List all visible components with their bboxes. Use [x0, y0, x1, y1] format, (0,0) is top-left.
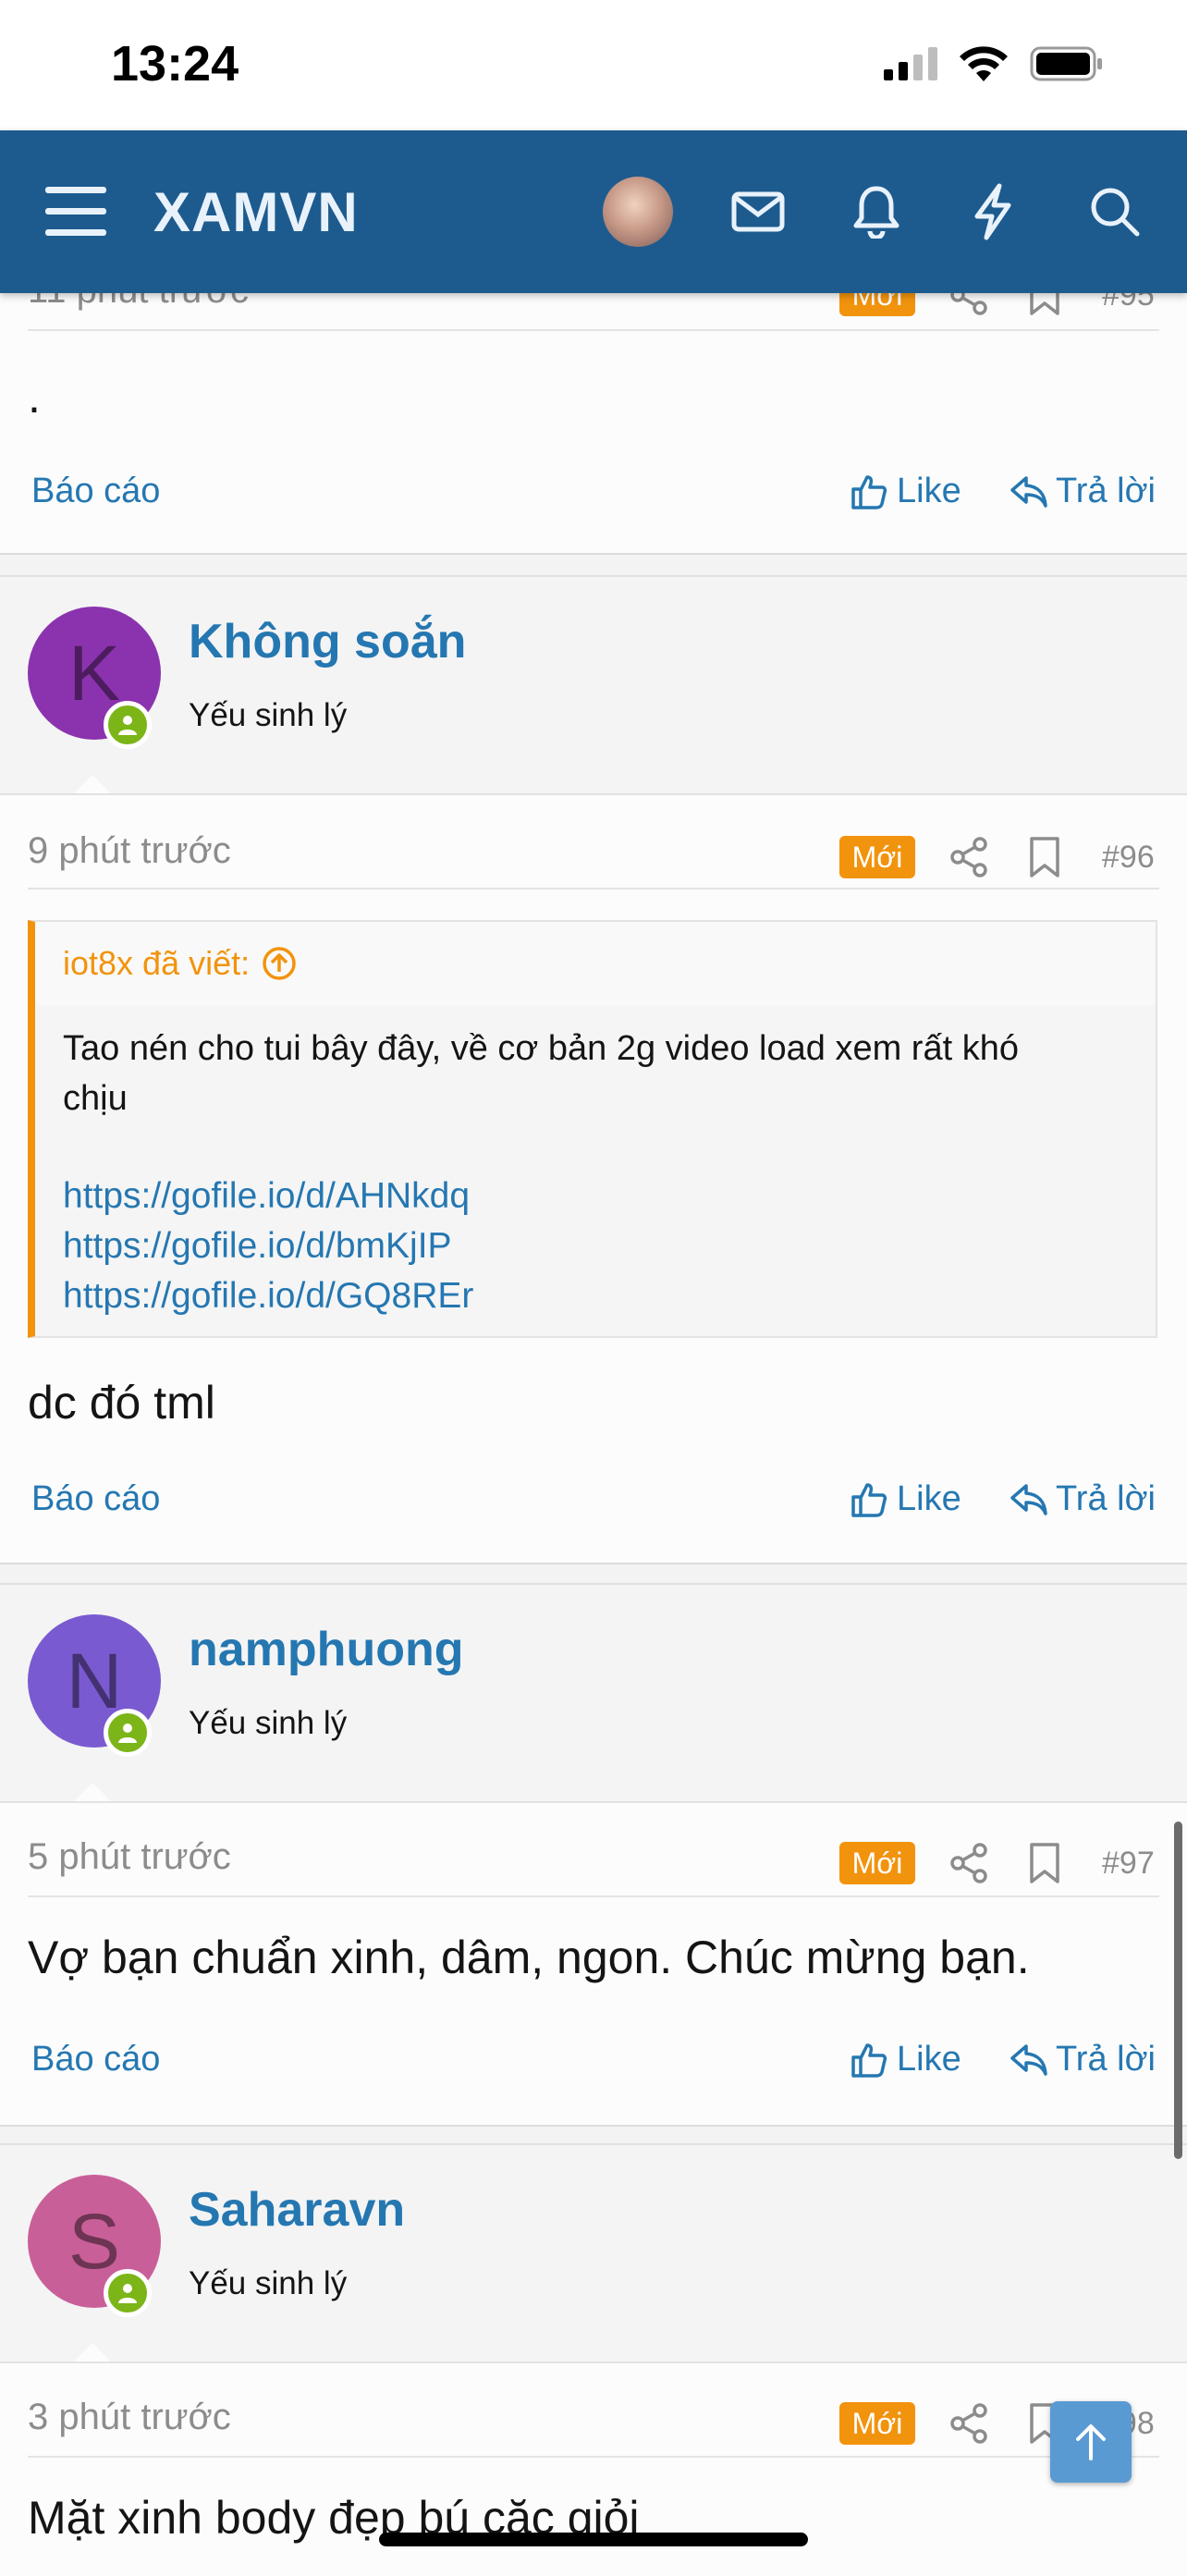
- reply-button[interactable]: Trả lời: [1010, 472, 1156, 511]
- report-link[interactable]: Báo cáo: [31, 472, 160, 511]
- quote-header: iot8x đã viết:: [35, 922, 1156, 1005]
- share-icon[interactable]: [948, 1842, 991, 1884]
- quote-text-line: chịu: [63, 1079, 128, 1118]
- user-title: Yếu sinh lý: [189, 2265, 348, 2301]
- whats-new-bolt-icon[interactable]: [958, 177, 1028, 247]
- battery-icon: [1030, 46, 1102, 81]
- user-caret: [72, 2343, 113, 2363]
- site-logo[interactable]: XAMVN: [153, 180, 359, 244]
- search-icon[interactable]: [1080, 177, 1150, 247]
- like-button[interactable]: Like: [850, 472, 961, 511]
- reply-arrow-icon: [1010, 1483, 1047, 1515]
- username[interactable]: Saharavn: [189, 2182, 405, 2238]
- new-badge: Mới: [839, 1842, 915, 1884]
- post-body: dc đó tml: [28, 1377, 215, 1429]
- bell-icon[interactable]: [841, 177, 912, 247]
- new-badge: Mới: [839, 2402, 915, 2445]
- like-label: Like: [897, 1479, 961, 1518]
- like-button[interactable]: Like: [850, 1479, 961, 1519]
- like-label: Like: [897, 2040, 961, 2079]
- home-indicator[interactable]: [379, 2533, 808, 2546]
- quote-link[interactable]: https://gofile.io/d/AHNkdq: [63, 1176, 470, 1217]
- quote-block: iot8x đã viết: Tao nén cho tui bây đây, …: [28, 920, 1157, 1338]
- thumbs-up-icon: [851, 474, 887, 509]
- post-divider: [28, 2456, 1159, 2458]
- wifi-icon: [960, 46, 1008, 81]
- user-title: Yếu sinh lý: [189, 697, 348, 733]
- cellular-signal-icon: [884, 47, 937, 80]
- thumbs-up-icon: [851, 2042, 887, 2078]
- post-97: 5 phút trước Mới #97 Vợ bạn chuẩn xinh, …: [0, 1801, 1187, 2127]
- reply-arrow-icon: [1010, 2043, 1047, 2076]
- user-caret: [72, 1783, 113, 1803]
- online-status-icon: [104, 2269, 152, 2317]
- post-divider: [28, 329, 1159, 331]
- thumbs-up-icon: [851, 1482, 887, 1517]
- report-link[interactable]: Báo cáo: [31, 1479, 160, 1519]
- scrollbar-thumb[interactable]: [1174, 1822, 1182, 2159]
- post-95: 11 phút trước Mới #95 . Báo cáo Like Trả…: [0, 250, 1187, 555]
- arrow-up-icon: [1076, 2424, 1106, 2460]
- post-body: .: [28, 371, 41, 423]
- quote-text-line: Tao nén cho tui bây đây, về cơ bản 2g vi…: [63, 1029, 1019, 1068]
- reply-label: Trả lời: [1056, 472, 1156, 510]
- post-96-user: K Không soắn Yếu sinh lý: [0, 575, 1187, 795]
- report-link[interactable]: Báo cáo: [31, 2040, 160, 2079]
- status-bar: 13:24: [0, 0, 1187, 130]
- quote-link[interactable]: https://gofile.io/d/bmKjIP: [63, 1226, 452, 1267]
- user-title: Yếu sinh lý: [189, 1705, 348, 1741]
- share-icon[interactable]: [948, 836, 991, 878]
- post-time[interactable]: 3 phút trước: [28, 2397, 231, 2438]
- post-97-user: N namphuong Yếu sinh lý: [0, 1583, 1187, 1803]
- like-label: Like: [897, 472, 961, 510]
- post-time[interactable]: 5 phút trước: [28, 1836, 231, 1878]
- post-time[interactable]: 9 phút trước: [28, 830, 231, 872]
- quote-link[interactable]: https://gofile.io/d/GQ8REr: [63, 1276, 473, 1317]
- like-button[interactable]: Like: [850, 2040, 961, 2079]
- online-status-icon: [104, 701, 152, 749]
- bookmark-icon[interactable]: [1026, 836, 1063, 878]
- username[interactable]: namphuong: [189, 1622, 464, 1677]
- post-body: Vợ bạn chuẩn xinh, dâm, ngon. Chúc mừng …: [28, 1932, 1030, 1983]
- reply-button[interactable]: Trả lời: [1010, 2040, 1156, 2079]
- post-number[interactable]: #97: [1102, 1846, 1155, 1882]
- post-divider: [28, 888, 1159, 889]
- quote-author: iot8x đã viết:: [63, 944, 251, 982]
- scroll-to-top-button[interactable]: [1050, 2401, 1132, 2483]
- user-avatar[interactable]: [603, 177, 673, 247]
- post-number[interactable]: #96: [1102, 840, 1155, 876]
- quote-author-link[interactable]: iot8x đã viết:: [63, 944, 298, 983]
- share-icon[interactable]: [948, 2402, 991, 2445]
- reply-label: Trả lời: [1056, 1479, 1156, 1518]
- username[interactable]: Không soắn: [189, 614, 466, 669]
- reply-arrow-icon: [1010, 475, 1047, 508]
- status-time: 13:24: [111, 36, 239, 92]
- top-navbar: XAMVN: [0, 130, 1187, 293]
- post-divider: [28, 1895, 1159, 1897]
- inbox-icon[interactable]: [723, 177, 793, 247]
- online-status-icon: [104, 1709, 152, 1757]
- new-badge: Mới: [839, 836, 915, 878]
- reply-label: Trả lời: [1056, 2040, 1156, 2079]
- bookmark-icon[interactable]: [1026, 1842, 1063, 1884]
- status-icons: [884, 46, 1104, 81]
- user-caret: [72, 775, 113, 795]
- reply-button[interactable]: Trả lời: [1010, 1479, 1156, 1519]
- post-98-user: S Saharavn Yếu sinh lý: [0, 2143, 1187, 2363]
- jump-to-quote-icon[interactable]: [261, 945, 298, 982]
- hamburger-menu-icon[interactable]: [41, 177, 111, 247]
